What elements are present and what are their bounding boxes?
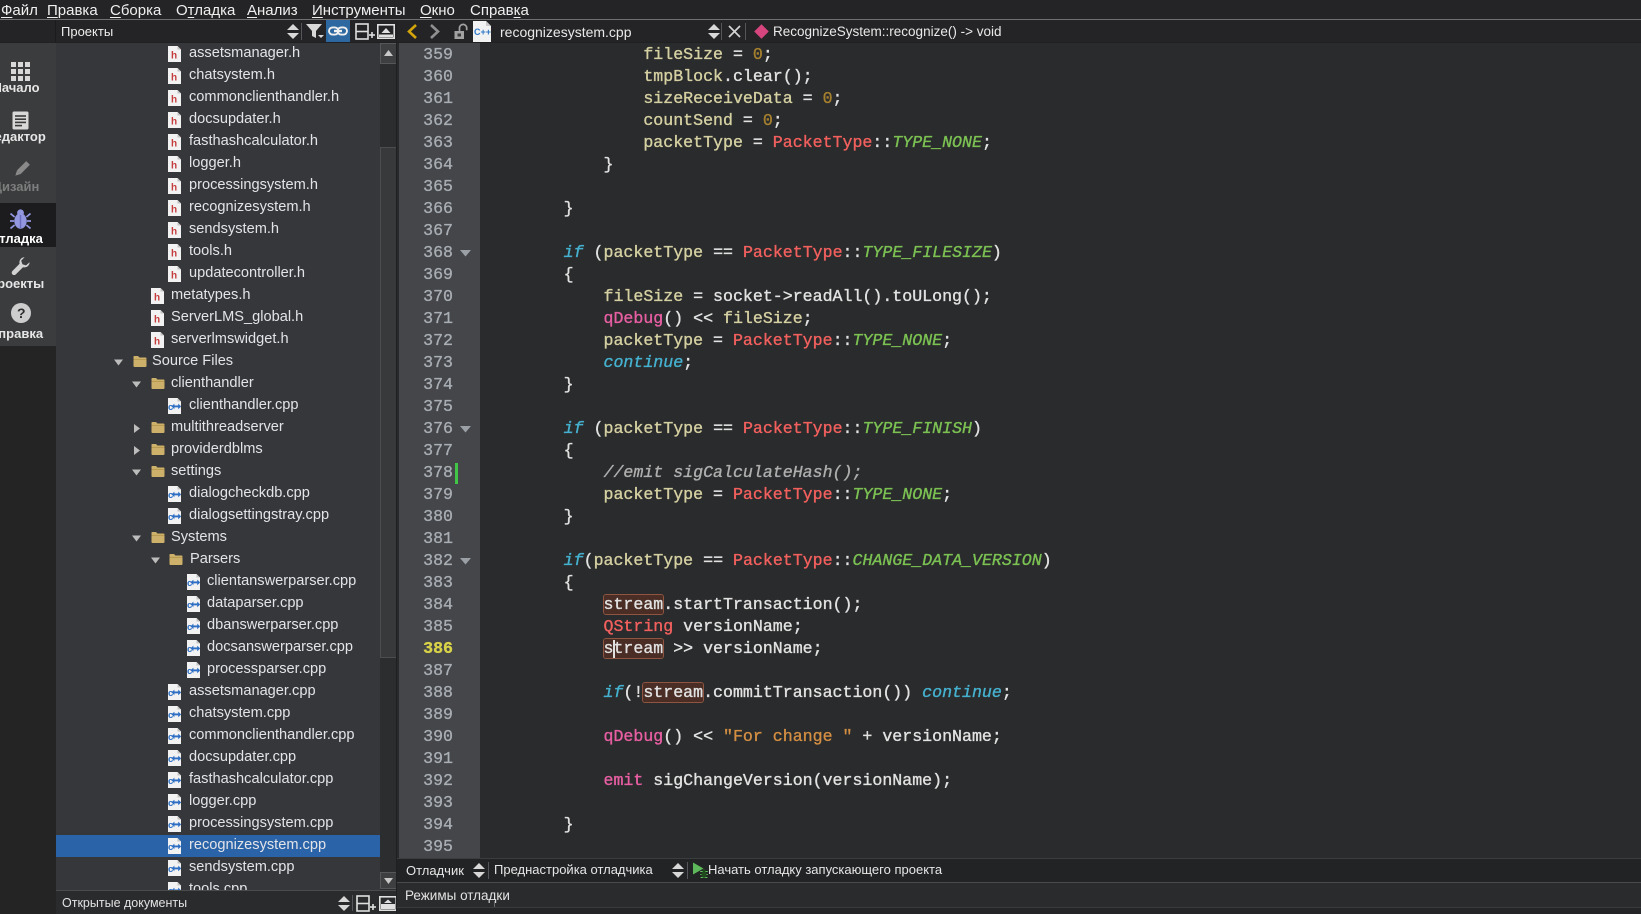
- svg-text:?: ?: [17, 305, 26, 321]
- svg-text:C++: C++: [474, 27, 491, 37]
